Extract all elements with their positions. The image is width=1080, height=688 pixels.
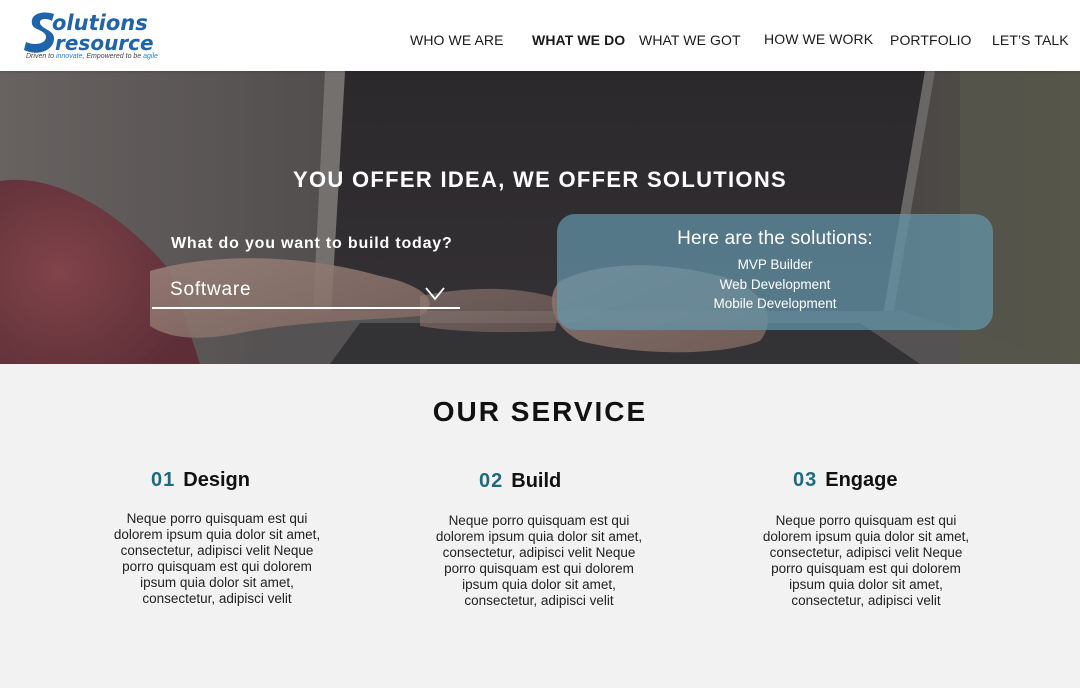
service-engage: 03 Engage [793,469,1033,492]
solution-item[interactable]: Mobile Development [557,294,993,314]
nav-portfolio[interactable]: PORTFOLIO [890,32,972,48]
nav-how-we-work[interactable]: HOW WE WORK [764,31,873,47]
nav-lets-talk[interactable]: LET’S TALK [992,32,1069,48]
site-header: olutions resource Driven to innovate, Em… [0,0,1080,71]
nav-what-we-got[interactable]: WHAT WE GOT [639,32,741,48]
nav-who-we-are[interactable]: WHO WE ARE [410,32,504,48]
service-heading: 02 Build [479,470,719,493]
service-description: Neque porro quisquam est qui dolorem ips… [113,511,321,606]
logo-tagline: Driven to innovate, Empowered to be agil… [26,53,158,60]
site-logo[interactable]: olutions resource Driven to innovate, Em… [24,10,164,64]
hero-section: YOU OFFER IDEA, WE OFFER SOLUTIONS What … [0,71,1080,364]
service-design: 01 Design [151,469,391,492]
service-description: Neque porro quisquam est qui dolorem ips… [435,513,643,608]
chevron-down-icon[interactable] [424,285,446,301]
service-name: Build [511,470,562,492]
build-question-label: What do you want to build today? [171,235,453,252]
solutions-list: MVP Builder Web Development Mobile Devel… [557,255,993,314]
service-section-title: OUR SERVICE [432,396,648,427]
solution-item[interactable]: Web Development [557,275,993,295]
service-number: 02 [479,470,504,492]
service-number: 03 [793,469,818,491]
service-heading: 03 Engage [793,469,1033,492]
service-name: Design [183,469,250,491]
service-build: 02 Build [479,470,719,493]
service-name: Engage [825,469,898,491]
hero-title: YOU OFFER IDEA, WE OFFER SOLUTIONS [293,167,787,192]
service-heading: 01 Design [151,469,391,492]
solutions-title: Here are the solutions: [677,228,873,249]
solution-item[interactable]: MVP Builder [557,255,993,275]
service-description: Neque porro quisquam est qui dolorem ips… [762,513,970,608]
service-number: 01 [151,469,176,491]
build-type-selected-value: Software [170,279,252,300]
build-type-select[interactable]: Software [152,275,460,309]
solutions-panel: Here are the solutions: MVP Builder Web … [557,214,993,330]
nav-what-we-do[interactable]: WHAT WE DO [532,32,625,48]
logo-word-bottom: resource [55,31,154,55]
